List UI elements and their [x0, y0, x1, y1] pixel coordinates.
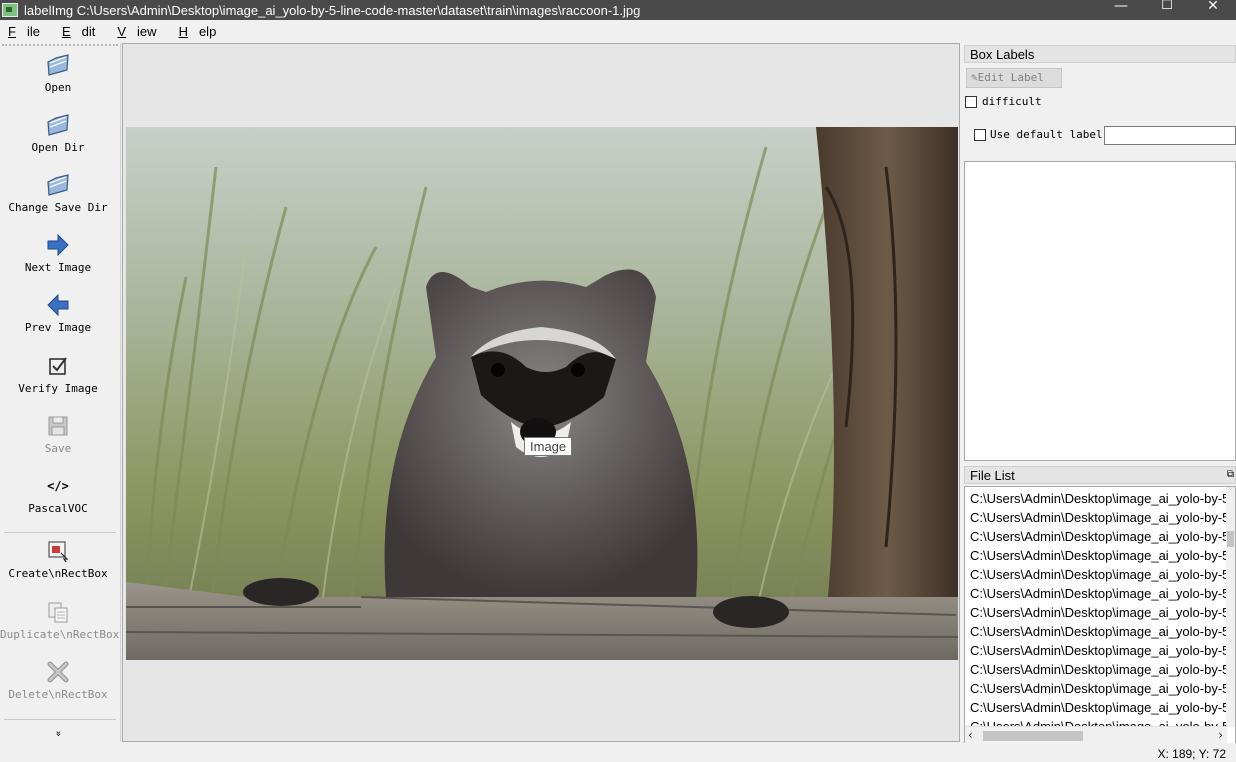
- file-list-item[interactable]: C:\Users\Admin\Desktop\image_ai_yolo-by-…: [965, 527, 1227, 546]
- toolbar-extension-button[interactable]: »: [0, 728, 116, 739]
- window-title: labelImg C:\Users\Admin\Desktop\image_ai…: [24, 2, 641, 18]
- default-label-input[interactable]: [1104, 126, 1236, 145]
- next-image-label: Next Image: [24, 261, 92, 274]
- folder-icon: [0, 113, 116, 137]
- box-labels-title: Box Labels: [964, 45, 1236, 63]
- duplicate-rectbox-label: Duplicate\nRectBox: [0, 628, 120, 641]
- next-image-button[interactable]: Next Image: [0, 233, 116, 274]
- menu-edit-accel: E: [61, 23, 71, 39]
- menu-file-rest: ile: [26, 23, 40, 39]
- toolbar-separator: [4, 719, 116, 720]
- difficult-checkbox-box[interactable]: [965, 96, 977, 108]
- file-list-horizontal-scrollbar[interactable]: ‹ ›: [965, 726, 1227, 743]
- menu-edit-rest: dit: [81, 23, 96, 39]
- open-label: Open: [44, 81, 72, 94]
- menu-view-accel: V: [117, 23, 127, 39]
- vertical-scroll-thumb[interactable]: [1227, 531, 1234, 547]
- prev-image-label: Prev Image: [24, 321, 92, 334]
- file-list-vertical-scrollbar[interactable]: [1226, 487, 1235, 727]
- menu-view-rest: iew: [137, 23, 157, 39]
- label-list[interactable]: [964, 161, 1236, 461]
- checkbox-check-icon: [0, 354, 116, 378]
- copy-icon: [0, 600, 116, 624]
- save-button[interactable]: Save: [0, 414, 116, 455]
- folder-icon: [0, 173, 116, 197]
- toolbar-grip[interactable]: [2, 44, 118, 46]
- horizontal-scroll-thumb[interactable]: [983, 731, 1083, 741]
- labelimg-app-icon: [2, 3, 18, 17]
- menu-view[interactable]: View: [109, 24, 167, 39]
- open-button[interactable]: Open: [0, 53, 116, 94]
- delete-rectbox-button[interactable]: Delete\nRectBox: [0, 660, 116, 701]
- file-list-item[interactable]: C:\Users\Admin\Desktop\image_ai_yolo-by-…: [965, 698, 1227, 717]
- file-list-item[interactable]: C:\Users\Admin\Desktop\image_ai_yolo-by-…: [965, 584, 1227, 603]
- file-list-dock: File List ⧉ C:\Users\Admin\Desktop\image…: [964, 466, 1236, 744]
- file-list-item[interactable]: C:\Users\Admin\Desktop\image_ai_yolo-by-…: [965, 489, 1227, 508]
- duplicate-rectbox-button[interactable]: Duplicate\nRectBox: [0, 600, 120, 641]
- difficult-label: difficult: [982, 95, 1042, 108]
- verify-image-label: Verify Image: [18, 382, 98, 395]
- image-tooltip: Image: [524, 437, 573, 456]
- menu-file[interactable]: File: [0, 24, 51, 39]
- maximize-button[interactable]: ☐: [1144, 0, 1190, 20]
- menu-help-rest: elp: [198, 23, 217, 39]
- status-bar: X: 189; Y: 72: [0, 743, 1236, 762]
- create-box-icon: [0, 539, 116, 563]
- menu-help-accel: H: [178, 23, 188, 39]
- menu-help[interactable]: Help: [171, 24, 228, 39]
- toolbar-separator: [4, 532, 116, 533]
- format-label: PascalVOC: [28, 502, 88, 515]
- save-label: Save: [44, 442, 72, 455]
- file-list-title-text: File List: [970, 468, 1015, 483]
- menu-bar: File Edit View Help: [0, 20, 1236, 42]
- arrow-left-icon: [0, 293, 116, 317]
- close-button[interactable]: ✕: [1190, 0, 1236, 20]
- create-rectbox-label: Create\nRectBox: [8, 567, 108, 580]
- title-bar: labelImg C:\Users\Admin\Desktop\image_ai…: [0, 0, 1236, 20]
- use-default-label-checkbox-box[interactable]: [974, 129, 986, 141]
- menu-file-accel: F: [8, 23, 16, 39]
- cursor-coordinates: X: 189; Y: 72: [1157, 747, 1226, 761]
- use-default-label-text: Use default label: [990, 128, 1103, 141]
- file-list-item[interactable]: C:\Users\Admin\Desktop\image_ai_yolo-by-…: [965, 603, 1227, 622]
- raccoon-photo[interactable]: Image: [126, 127, 958, 660]
- double-chevron-down-icon: »: [52, 730, 64, 737]
- edit-label-text: Edit Label: [977, 71, 1044, 84]
- delete-rectbox-label: Delete\nRectBox: [8, 688, 108, 701]
- menu-edit[interactable]: Edit: [54, 24, 106, 39]
- file-list-item[interactable]: C:\Users\Admin\Desktop\image_ai_yolo-by-…: [965, 508, 1227, 527]
- file-list[interactable]: C:\Users\Admin\Desktop\image_ai_yolo-by-…: [964, 486, 1236, 744]
- box-labels-dock: Box Labels ✎Edit Label difficult Use def…: [964, 45, 1236, 461]
- float-dock-icon[interactable]: ⧉: [1227, 466, 1234, 483]
- open-dir-label: Open Dir: [31, 141, 85, 154]
- file-list-item[interactable]: C:\Users\Admin\Desktop\image_ai_yolo-by-…: [965, 622, 1227, 641]
- file-list-item[interactable]: C:\Users\Admin\Desktop\image_ai_yolo-by-…: [965, 546, 1227, 565]
- scroll-left-icon[interactable]: ‹: [968, 727, 973, 743]
- minimize-button[interactable]: —: [1098, 0, 1144, 20]
- verify-image-button[interactable]: Verify Image: [0, 354, 116, 395]
- file-list-item[interactable]: C:\Users\Admin\Desktop\image_ai_yolo-by-…: [965, 641, 1227, 660]
- use-default-label-checkbox[interactable]: Use default label: [974, 128, 1103, 141]
- prev-image-button[interactable]: Prev Image: [0, 293, 116, 334]
- scroll-right-icon[interactable]: ›: [1218, 727, 1223, 743]
- open-dir-button[interactable]: Open Dir: [0, 113, 116, 154]
- tool-bar: Open Open Dir Change Save Dir Next Image…: [0, 43, 121, 742]
- create-rectbox-button[interactable]: Create\nRectBox: [0, 539, 116, 580]
- code-icon: </>: [47, 479, 69, 493]
- file-list-item[interactable]: C:\Users\Admin\Desktop\image_ai_yolo-by-…: [965, 679, 1227, 698]
- file-list-item[interactable]: C:\Users\Admin\Desktop\image_ai_yolo-by-…: [965, 660, 1227, 679]
- edit-label-button[interactable]: ✎Edit Label: [966, 68, 1062, 88]
- delete-x-icon: [0, 660, 116, 684]
- pencil-icon: ✎: [971, 71, 978, 84]
- change-save-dir-button[interactable]: Change Save Dir: [0, 173, 116, 214]
- file-list-item[interactable]: C:\Users\Admin\Desktop\image_ai_yolo-by-…: [965, 565, 1227, 584]
- file-list-title: File List ⧉: [964, 466, 1236, 484]
- folder-icon: [0, 53, 116, 77]
- floppy-disk-icon: [0, 414, 116, 438]
- image-canvas[interactable]: Image: [122, 43, 960, 742]
- arrow-right-icon: [0, 233, 116, 257]
- difficult-checkbox[interactable]: difficult: [965, 95, 1042, 108]
- format-toggle-button[interactable]: </> PascalVOC: [0, 474, 116, 515]
- change-save-dir-label: Change Save Dir: [8, 201, 108, 214]
